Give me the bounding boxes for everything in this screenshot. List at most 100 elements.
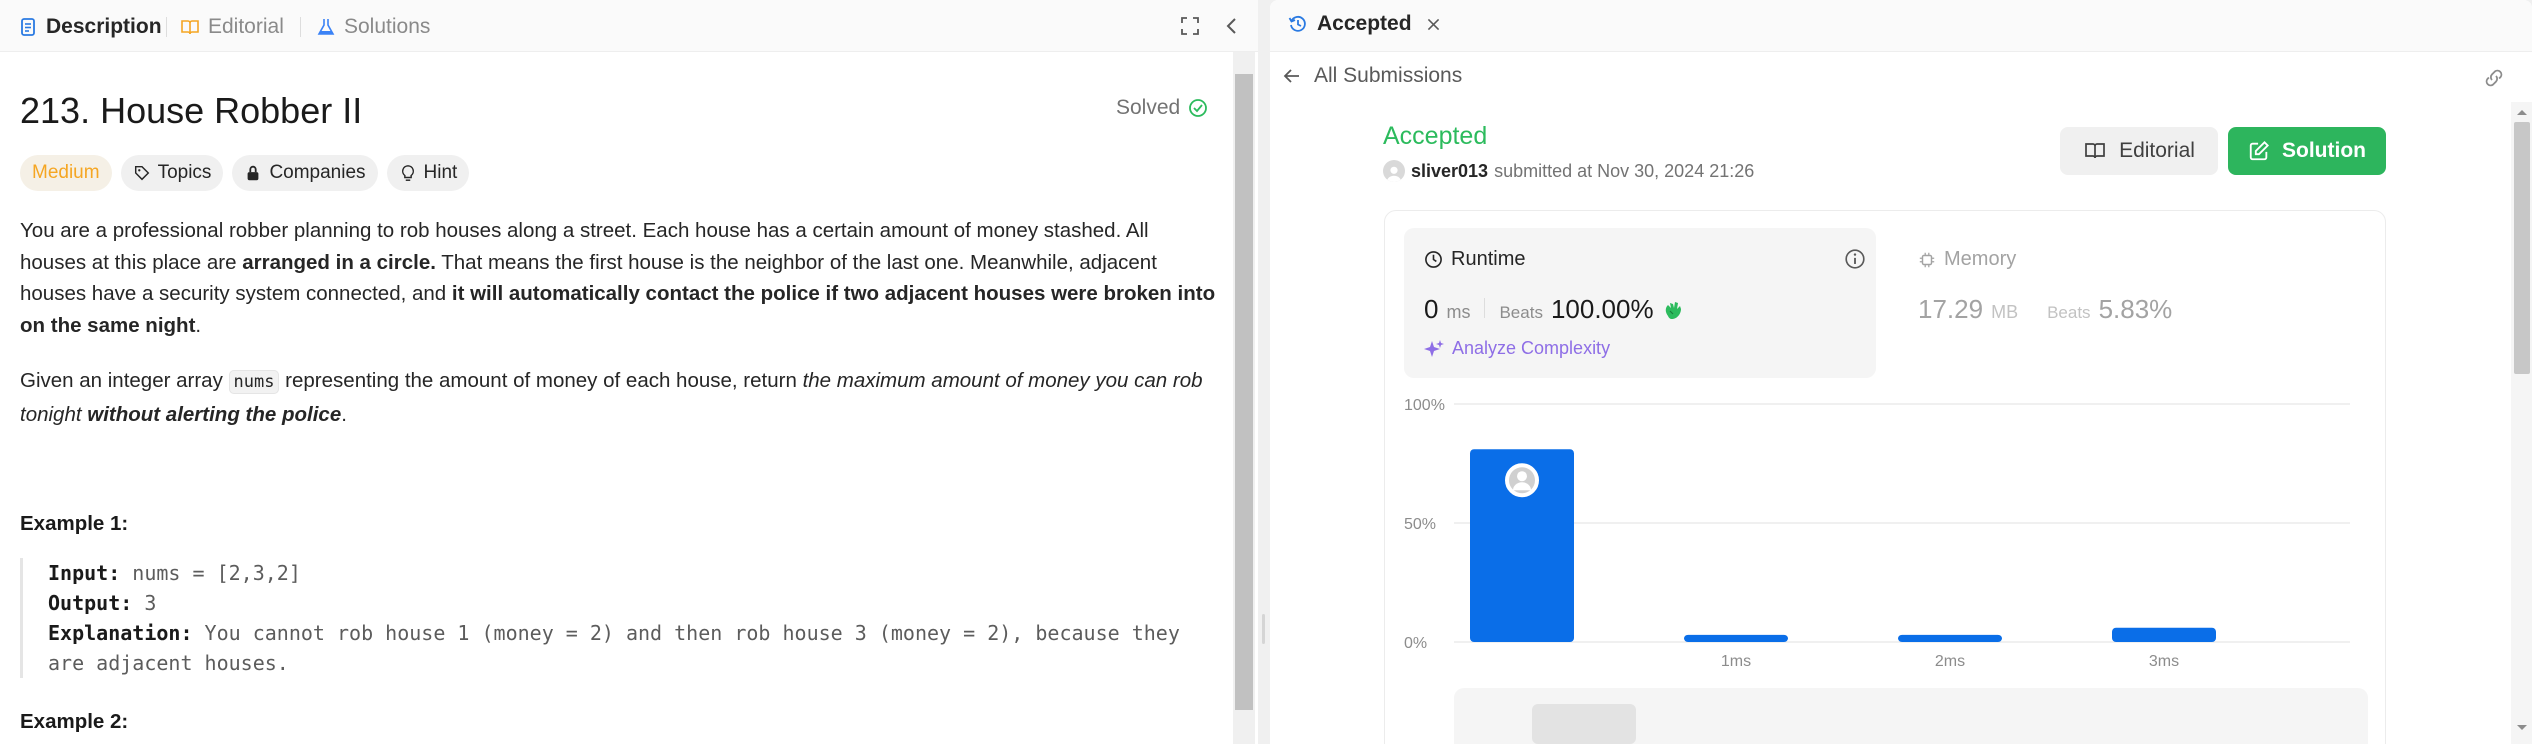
problem-tags: Medium Topics Companies Hint: [20, 155, 470, 191]
lock-icon: [248, 165, 259, 181]
runtime-label: Runtime: [1451, 248, 1526, 270]
solution-button[interactable]: Solution: [2228, 127, 2386, 175]
description-paragraph-1: You are a professional robber planning t…: [20, 215, 1220, 341]
runtime-unit: ms: [1446, 302, 1471, 322]
x-tick-label: 3ms: [2149, 653, 2179, 670]
example-output-line: Output: 3: [48, 588, 1220, 618]
editorial-button-label: Editorial: [2119, 139, 2195, 162]
problem-title: 213. House Robber II: [20, 90, 363, 131]
memory-label: Memory: [1944, 248, 2017, 270]
companies-tag[interactable]: Companies: [232, 155, 378, 191]
submitted-at: submitted at Nov 30, 2024 21:26: [1494, 160, 1755, 181]
example-explanation-line: Explanation: You cannot rob house 1 (mon…: [48, 618, 1198, 678]
chart-bar[interactable]: [1684, 634, 1788, 642]
edit-icon: [2249, 140, 2270, 161]
tab-separator: [300, 17, 301, 37]
tab-solutions[interactable]: Solutions: [316, 12, 430, 42]
hint-tag[interactable]: Hint: [386, 155, 470, 191]
memory-panel[interactable]: Memory 17.29 MB Beats 5.83%: [1898, 228, 2368, 378]
hint-label: Hint: [423, 162, 458, 183]
text-run: representing the amount of money of each…: [279, 369, 803, 392]
submission-subheader: All Submissions: [1270, 52, 2532, 102]
tab-editorial-label: Editorial: [208, 15, 284, 38]
difficulty-label: Medium: [32, 162, 100, 183]
editorial-button[interactable]: Editorial: [2060, 127, 2218, 175]
fullscreen-icon[interactable]: [1178, 14, 1202, 38]
scroll-down-icon[interactable]: [2516, 724, 2528, 732]
tab-separator: [166, 17, 167, 37]
topics-tag[interactable]: Topics: [120, 155, 224, 191]
clap-icon: [1665, 301, 1681, 319]
example-1-heading: Example 1:: [20, 512, 129, 535]
lightbulb-icon: [401, 165, 414, 181]
book-icon: [181, 20, 199, 35]
left-scrollbar-thumb[interactable]: [1235, 74, 1253, 710]
tab-description-label: Description: [46, 15, 162, 38]
value-separator: [2032, 298, 2033, 318]
text-run: .: [195, 313, 202, 337]
difficulty-badge: Medium: [20, 155, 112, 191]
all-submissions-link[interactable]: All Submissions: [1282, 64, 1462, 88]
clock-icon: [1425, 251, 1442, 268]
collapse-left-icon[interactable]: [1220, 14, 1244, 38]
runtime-panel[interactable]: Runtime 0 ms Beats 100.00% Analyze Compl…: [1404, 228, 1876, 378]
avatar-head-icon: [1517, 471, 1527, 482]
y-tick-label: 0%: [1404, 635, 1427, 652]
language-tab[interactable]: [1532, 704, 1636, 744]
user-icon: [1386, 166, 1402, 182]
flask-icon: [317, 19, 335, 35]
description-icon: [21, 18, 35, 36]
text-run: Given an integer array: [20, 369, 229, 392]
inline-code: nums: [228, 370, 280, 394]
book-icon: [2085, 143, 2105, 159]
output-label: Output:: [48, 591, 133, 615]
description-paragraph-2: Given an integer array nums representing…: [20, 365, 1220, 430]
runtime-distribution-chart[interactable]: 100% 50% 0% 1ms 2ms 3ms: [1404, 390, 2364, 690]
close-icon[interactable]: [1425, 16, 1442, 33]
info-icon[interactable]: [1844, 248, 1866, 270]
tab-editorial[interactable]: Editorial: [180, 12, 284, 42]
arrow-left-icon: [1283, 69, 1299, 83]
input-value: nums = [2,3,2]: [120, 561, 301, 585]
output-value: 3: [132, 591, 157, 615]
example-2-heading: Example 2:: [20, 710, 129, 733]
chip-icon: [1919, 252, 1935, 267]
x-tick-label: 2ms: [1935, 653, 1965, 670]
check-circle-icon: [1189, 99, 1208, 117]
tag-icon: [134, 165, 149, 181]
memory-header: Memory: [1918, 248, 2016, 271]
chart-bar[interactable]: [1898, 634, 2002, 642]
avatar[interactable]: [1383, 160, 1405, 182]
runtime-beats-label: Beats: [1499, 303, 1543, 322]
value-separator: [1484, 298, 1486, 318]
chart-bar[interactable]: [2112, 627, 2216, 642]
problem-pane: Description Editorial Solutions 213. Hou…: [0, 0, 1258, 744]
tab-accepted[interactable]: Accepted: [1288, 12, 1442, 36]
right-scrollbar-thumb[interactable]: [2514, 122, 2530, 374]
runtime-beats-value: 100.00%: [1550, 294, 1654, 324]
sparkle-icon: [1424, 339, 1444, 357]
history-icon: [1288, 15, 1306, 32]
submission-status: Accepted: [1383, 122, 1488, 150]
right-tab-bar: Accepted: [1270, 0, 2532, 52]
example-input-line: Input: nums = [2,3,2]: [48, 558, 1220, 588]
divider-handle[interactable]: [1262, 614, 1265, 644]
solved-label: Solved: [1116, 96, 1181, 119]
topics-label: Topics: [157, 162, 212, 183]
submission-meta: sliver013 submitted at Nov 30, 2024 21:2…: [1383, 160, 1754, 182]
analyze-complexity-link[interactable]: Analyze Complexity: [1424, 338, 1610, 359]
memory-value-row: 17.29 MB Beats 5.83%: [1918, 294, 2172, 325]
companies-label: Companies: [269, 162, 366, 183]
tab-solutions-label: Solutions: [344, 15, 431, 38]
scroll-up-icon[interactable]: [2516, 108, 2528, 116]
tab-description[interactable]: Description: [18, 12, 162, 42]
runtime-header: Runtime: [1424, 248, 1525, 271]
all-submissions-label: All Submissions: [1314, 64, 1463, 87]
username[interactable]: sliver013: [1411, 161, 1488, 182]
tab-accepted-label: Accepted: [1317, 12, 1412, 35]
y-tick-label: 100%: [1404, 397, 1445, 414]
link-icon[interactable]: [2482, 66, 2506, 90]
input-label: Input:: [48, 561, 121, 585]
explanation-value: You cannot rob house 1 (money = 2) and t…: [48, 621, 1180, 675]
analyze-complexity-label: Analyze Complexity: [1452, 338, 1611, 358]
